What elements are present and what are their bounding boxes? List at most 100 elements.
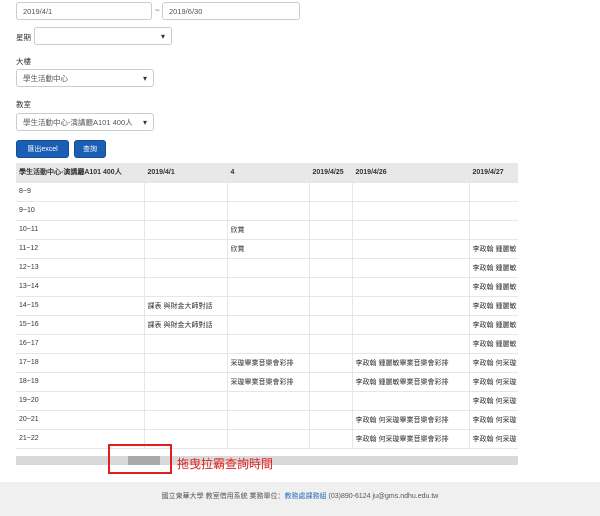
schedule-cell [144,239,228,259]
schedule-cell: 李政翰 何采璇 [469,372,518,392]
page: 2019/4/1 ~ 2019/6/30 星期 大樓 學生活動中心 教室 學生活… [0,0,600,482]
table-row: 19~20 李政翰 何采璇 [16,391,518,411]
schedule-cell: 李政翰 鍾麗敏 [469,334,518,354]
schedule-cell [144,334,228,354]
schedule-cell [309,296,353,316]
time-slot-cell: 10~11 [16,220,145,240]
footer-text: 國立東華大學 教室借用系統 業務單位： [161,493,285,500]
schedule-cell [309,201,353,221]
schedule-cell [309,258,353,278]
start-date-input[interactable]: 2019/4/1 [16,2,152,20]
room-column-header: 學生活動中心-演講廳A101 400人 [16,163,145,183]
schedule-cell [352,220,470,240]
table-row: 10~11 欣賞 [16,220,518,240]
schedule-cell [352,239,470,259]
schedule-cell [309,277,353,297]
schedule-cell [227,429,310,449]
schedule-table-container[interactable]: 學生活動中心-演講廳A101 400人 2019/4/1 4 2019/4/25 201… [16,163,518,465]
schedule-cell [309,353,353,373]
schedule-cell [352,334,470,354]
time-slot-cell: 16~17 [16,334,145,354]
schedule-cell [352,258,470,278]
schedule-cell [227,201,310,221]
weekday-select[interactable] [34,27,172,45]
footer: 國立東華大學 教室借用系統 業務單位：教務處課務組 (03)890-6124 j… [0,482,600,516]
schedule-cell [144,353,228,373]
building-select[interactable]: 學生活動中心 [16,69,154,87]
schedule-cell: 李政翰 何采璇 [469,391,518,411]
time-slot-cell: 18~19 [16,372,145,392]
room-select[interactable]: 學生活動中心-演講廳A101 400人 [16,113,154,131]
time-slot-cell: 12~13 [16,258,145,278]
table-row: 13~14 李政翰 鍾麗敏 [16,277,518,297]
schedule-cell [227,296,310,316]
schedule-cell [309,372,353,392]
schedule-cell [309,220,353,240]
schedule-cell [352,182,470,202]
schedule-cell: 欣賞 [227,239,310,259]
schedule-cell: 李政翰 鍾麗敏畢業音樂會彩排 [352,372,470,392]
schedule-cell [144,372,228,392]
schedule-cell [352,296,470,316]
date-column-header: 2019/4/25 [309,163,353,183]
schedule-cell [144,258,228,278]
table-row: 12~13 李政翰 鍾麗敏 [16,258,518,278]
footer-contact: (03)890-6124 ju@gms.ndhu.edu.tw [326,493,439,500]
schedule-cell [227,182,310,202]
table-row: 18~19 采璇畢業音樂會彩排 李政翰 鍾麗敏畢業音樂會彩排 李政翰 何采璇 [16,372,518,392]
table-row: 17~18 采璇畢業音樂會彩排 李政翰 鍾麗敏畢業音樂會彩排 李政翰 何采璇 [16,353,518,373]
schedule-cell: 李政翰 何采璇 [469,353,518,373]
schedule-cell: 李政翰 鍾麗敏 [469,239,518,259]
schedule-cell: 李政翰 何采璇畢業音樂會彩排 [352,410,470,430]
table-row: 21~22 李政翰 何采璇畢業音樂會彩排 李政翰 何采璇 [16,429,518,449]
building-label: 大樓 [16,57,31,66]
schedule-cell [352,391,470,411]
schedule-cell [144,277,228,297]
date-column-header: 2019/4/26 [352,163,470,183]
schedule-cell: 欣賞 [227,220,310,240]
schedule-cell [352,277,470,297]
table-row: 15~16 課表 與財金大師對話 李政翰 鍾麗敏 [16,315,518,335]
schedule-cell: 李政翰 鍾麗敏畢業音樂會彩排 [352,353,470,373]
schedule-cell [227,277,310,297]
table-row: 11~12 欣賞 李政翰 鍾麗敏 [16,239,518,259]
building-value: 學生活動中心 [23,74,68,83]
footer-link[interactable]: 教務處課務組 [285,493,327,500]
time-slot-cell: 9~10 [16,201,145,221]
time-slot-cell: 15~16 [16,315,145,335]
schedule-cell [227,334,310,354]
schedule-cell [309,239,353,259]
table-header-row: 學生活動中心-演講廳A101 400人 2019/4/1 4 2019/4/25 201… [16,163,518,183]
query-button[interactable]: 查詢 [74,140,106,158]
table-body: 8~9 9~10 10~11 欣賞 11~12 欣賞 李政翰 鍾麗敏 12~13 李政翰 鍾麗敏… [16,182,518,449]
schedule-cell [309,315,353,335]
schedule-cell: 李政翰 何采璇 [469,429,518,449]
schedule-cell: 李政翰 鍾麗敏 [469,258,518,278]
schedule-cell [352,201,470,221]
end-date-input[interactable]: 2019/6/30 [162,2,300,20]
room-value: 學生活動中心-演講廳A101 400人 [23,118,133,127]
date-range-separator: ~ [155,6,160,15]
time-slot-cell: 17~18 [16,353,145,373]
schedule-cell [144,410,228,430]
schedule-cell [227,410,310,430]
date-column-header: 4 [227,163,310,183]
schedule-cell [227,315,310,335]
schedule-cell: 李政翰 鍾麗敏 [469,315,518,335]
schedule-cell: 課表 與財金大師對話 [144,296,228,316]
date-column-header: 2019/4/1 [144,163,228,183]
table-row: 16~17 李政翰 鍾麗敏 [16,334,518,354]
schedule-cell [144,201,228,221]
schedule-cell [144,391,228,411]
time-slot-cell: 14~15 [16,296,145,316]
schedule-cell [309,410,353,430]
schedule-cell: 李政翰 何采璇 [469,410,518,430]
table-row: 9~10 [16,201,518,221]
annotation-text: 拖曳拉霸查詢時間 [177,457,274,471]
schedule-cell: 李政翰 何采璇畢業音樂會彩排 [352,429,470,449]
schedule-cell: 采璇畢業音樂會彩排 [227,353,310,373]
export-excel-button[interactable]: 匯出excel [16,140,69,158]
table-row: 8~9 [16,182,518,202]
schedule-cell [309,429,353,449]
date-column-header: 2019/4/27 [469,163,518,183]
